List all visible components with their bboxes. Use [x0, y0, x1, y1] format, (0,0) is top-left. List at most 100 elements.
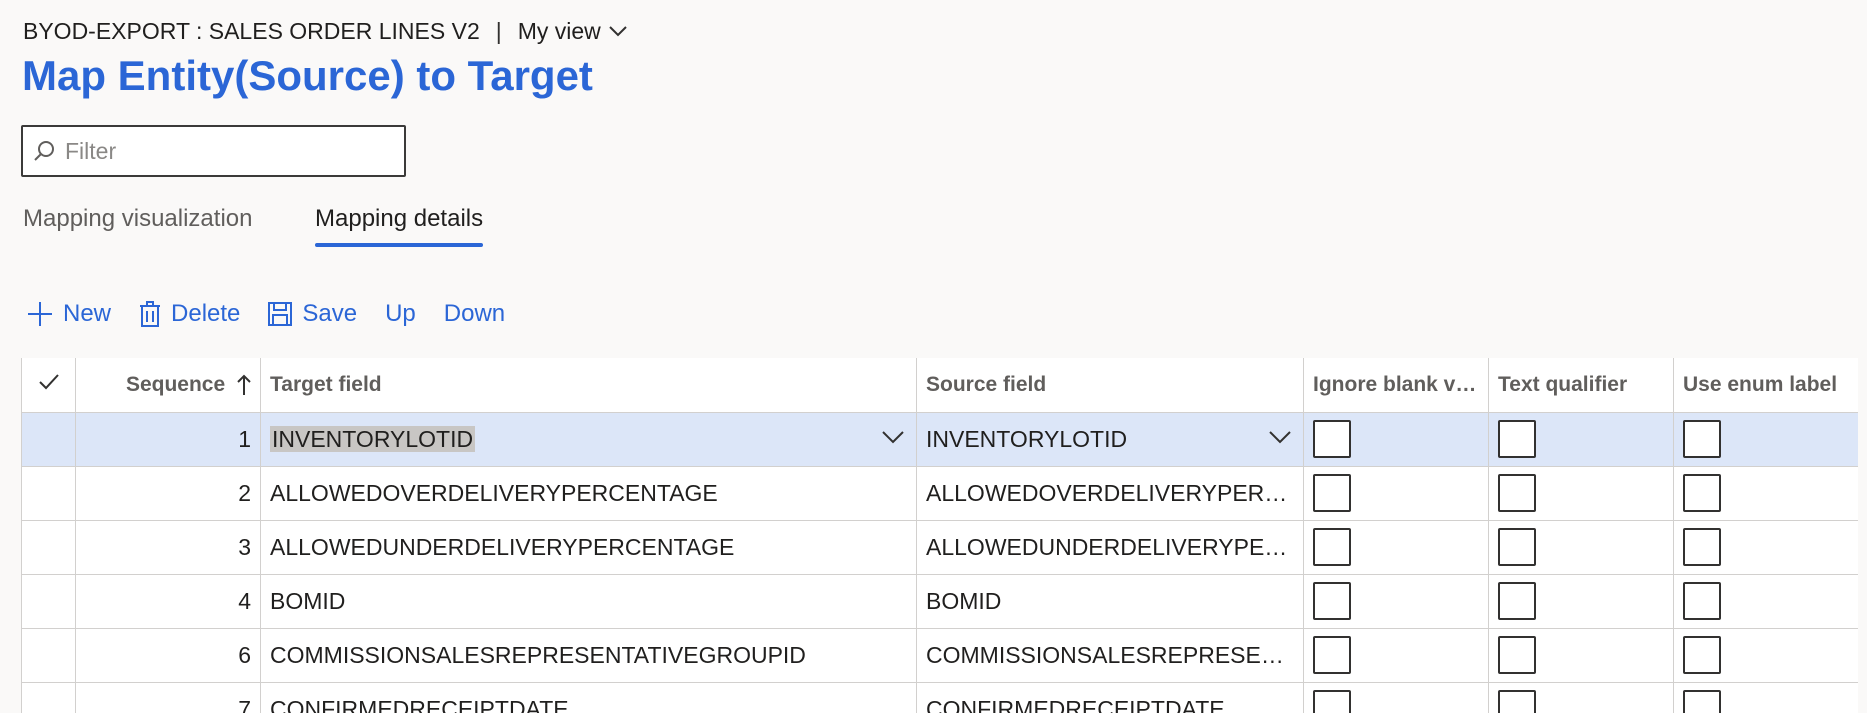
- row-selector[interactable]: [21, 627, 76, 683]
- use-enum-label-checkbox[interactable]: [1683, 420, 1721, 458]
- chevron-down-icon: [609, 26, 627, 37]
- text-qualifier-column-header[interactable]: Text qualifier: [1488, 358, 1674, 413]
- table-row[interactable]: 4 BOMID BOMID: [21, 573, 1858, 629]
- use-enum-label-cell: [1673, 627, 1858, 683]
- target-field-dropdown[interactable]: INVENTORYLOTID: [260, 411, 917, 467]
- ignore-blank-cell: [1303, 519, 1489, 575]
- target-field-cell[interactable]: BOMID: [260, 573, 917, 629]
- sequence-cell: 2: [75, 465, 261, 521]
- sequence-cell: 7: [75, 681, 261, 713]
- view-label: My view: [517, 17, 601, 44]
- view-selector[interactable]: My view: [518, 18, 627, 45]
- ignore-blank-column-header[interactable]: Ignore blank va...: [1303, 358, 1489, 413]
- text-qualifier-checkbox[interactable]: [1498, 690, 1536, 713]
- breadcrumb-separator: |: [495, 17, 502, 44]
- down-button[interactable]: Down: [444, 300, 505, 328]
- table-row[interactable]: 1 INVENTORYLOTID INVENTORYLOTID: [21, 411, 1858, 467]
- new-button[interactable]: New: [27, 300, 111, 328]
- breadcrumb: BYOD-EXPORT : SALES ORDER LINES V2 | My …: [23, 16, 627, 46]
- target-field-cell[interactable]: ALLOWEDOVERDELIVERYPERCENTAGE: [260, 465, 917, 521]
- ignore-blank-checkbox[interactable]: [1313, 474, 1351, 512]
- row-selector[interactable]: [21, 681, 76, 713]
- sequence-header-label: Sequence: [125, 372, 226, 396]
- new-button-label: New: [63, 300, 112, 327]
- checkmark-icon: [38, 374, 59, 390]
- row-selector[interactable]: [21, 411, 76, 467]
- target-field-cell[interactable]: ALLOWEDUNDERDELIVERYPERCENTAGE: [260, 519, 917, 575]
- use-enum-label-cell: [1673, 411, 1858, 467]
- text-qualifier-checkbox[interactable]: [1498, 582, 1536, 620]
- entity-name: BYOD-EXPORT : SALES ORDER LINES V2: [23, 17, 480, 44]
- filter-input[interactable]: [65, 137, 385, 165]
- text-qualifier-cell: [1488, 681, 1674, 713]
- search-icon: [34, 141, 54, 161]
- page: BYOD-EXPORT : SALES ORDER LINES V2 | My …: [0, 0, 1867, 713]
- table-row[interactable]: 6 COMMISSIONSALESREPRESENTATIVEGROUPID C…: [21, 627, 1858, 683]
- delete-button[interactable]: Delete: [139, 300, 240, 328]
- ignore-blank-checkbox[interactable]: [1313, 420, 1351, 458]
- text-qualifier-checkbox[interactable]: [1498, 636, 1536, 674]
- ignore-blank-cell: [1303, 627, 1489, 683]
- trash-icon: [140, 301, 161, 327]
- filter-box[interactable]: [21, 125, 406, 177]
- save-button-label: Save: [302, 300, 358, 327]
- use-enum-label-checkbox[interactable]: [1683, 582, 1721, 620]
- ignore-blank-checkbox[interactable]: [1313, 582, 1351, 620]
- source-field-cell[interactable]: COMMISSIONSALESREPRESENT...: [916, 627, 1304, 683]
- text-qualifier-cell: [1488, 627, 1674, 683]
- text-qualifier-cell: [1488, 519, 1674, 575]
- ignore-blank-checkbox[interactable]: [1313, 690, 1351, 713]
- text-qualifier-checkbox[interactable]: [1498, 528, 1536, 566]
- use-enum-label-cell: [1673, 681, 1858, 713]
- source-field-cell[interactable]: ALLOWEDOVERDELIVERYPERCE...: [916, 465, 1304, 521]
- source-field-cell[interactable]: BOMID: [916, 573, 1304, 629]
- ignore-blank-checkbox[interactable]: [1313, 636, 1351, 674]
- target-field-cell[interactable]: CONFIRMEDRECEIPTDATE: [260, 681, 917, 713]
- source-field-column-header[interactable]: Source field: [916, 358, 1304, 413]
- use-enum-label-checkbox[interactable]: [1683, 528, 1721, 566]
- source-field-value[interactable]: INVENTORYLOTID: [926, 426, 1127, 452]
- sequence-cell: 6: [75, 627, 261, 683]
- target-field-cell[interactable]: COMMISSIONSALESREPRESENTATIVEGROUPID: [260, 627, 917, 683]
- ignore-blank-checkbox[interactable]: [1313, 528, 1351, 566]
- text-qualifier-checkbox[interactable]: [1498, 420, 1536, 458]
- source-field-cell[interactable]: ALLOWEDUNDERDELIVERYPERC...: [916, 519, 1304, 575]
- text-qualifier-cell: [1488, 573, 1674, 629]
- sequence-column-header[interactable]: Sequence: [75, 358, 261, 413]
- mapping-table: Sequence Target field Source field Ignor…: [21, 358, 1858, 713]
- use-enum-label-checkbox[interactable]: [1683, 690, 1721, 713]
- chevron-down-icon[interactable]: [1269, 430, 1291, 444]
- text-qualifier-cell: [1488, 411, 1674, 467]
- ignore-blank-cell: [1303, 465, 1489, 521]
- use-enum-label-cell: [1673, 519, 1858, 575]
- row-selector[interactable]: [21, 519, 76, 575]
- chevron-down-icon[interactable]: [882, 430, 904, 444]
- table-row[interactable]: 2 ALLOWEDOVERDELIVERYPERCENTAGE ALLOWEDO…: [21, 465, 1858, 521]
- tab-mapping-details[interactable]: Mapping details: [315, 205, 484, 247]
- target-field-column-header[interactable]: Target field: [260, 358, 917, 413]
- page-title: Map Entity(Source) to Target: [22, 52, 593, 99]
- row-selector[interactable]: [21, 573, 76, 629]
- row-selector[interactable]: [21, 465, 76, 521]
- source-field-cell[interactable]: CONFIRMEDRECEIPTDATE: [916, 681, 1304, 713]
- table-row[interactable]: 3 ALLOWEDUNDERDELIVERYPERCENTAGE ALLOWED…: [21, 519, 1858, 575]
- up-button[interactable]: Up: [385, 300, 416, 328]
- plus-icon: [28, 302, 52, 326]
- sequence-cell: 3: [75, 519, 261, 575]
- target-field-value[interactable]: INVENTORYLOTID: [270, 425, 476, 452]
- text-qualifier-cell: [1488, 465, 1674, 521]
- table-row[interactable]: 7 CONFIRMEDRECEIPTDATE CONFIRMEDRECEIPTD…: [21, 681, 1858, 713]
- select-all-header[interactable]: [21, 358, 76, 413]
- delete-button-label: Delete: [171, 300, 241, 327]
- tab-mapping-visualization[interactable]: Mapping visualization: [23, 205, 252, 247]
- source-field-dropdown[interactable]: INVENTORYLOTID: [916, 411, 1304, 467]
- sequence-cell: 4: [75, 573, 261, 629]
- use-enum-label-column-header[interactable]: Use enum label: [1673, 358, 1858, 413]
- header-row: Sequence Target field Source field Ignor…: [21, 358, 1858, 413]
- text-qualifier-checkbox[interactable]: [1498, 474, 1536, 512]
- use-enum-label-checkbox[interactable]: [1683, 636, 1721, 674]
- mapping-grid: Sequence Target field Source field Ignor…: [21, 358, 1858, 713]
- use-enum-label-checkbox[interactable]: [1683, 474, 1721, 512]
- save-button[interactable]: Save: [268, 300, 357, 328]
- ignore-blank-cell: [1303, 681, 1489, 713]
